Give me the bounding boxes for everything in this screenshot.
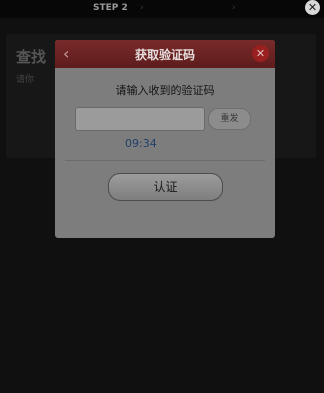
background-page-subtitle: 请你 bbox=[16, 75, 35, 85]
verification-code-input[interactable] bbox=[75, 107, 205, 131]
app-screen: STEP 2 › › ✕ 查找 请你 ‹ 获取验证码 ✕ 请输入收到的验证码 重… bbox=[0, 0, 324, 393]
resend-code-button[interactable]: 重发 bbox=[208, 108, 251, 130]
dialog-title: 获取验证码 bbox=[134, 48, 195, 62]
dialog-close-icon[interactable]: ✕ bbox=[252, 45, 269, 62]
step-bar: STEP 2 › › bbox=[0, 0, 324, 18]
step-separator: › bbox=[140, 3, 144, 13]
dialog-header: ‹ 获取验证码 ✕ bbox=[55, 40, 275, 68]
code-prompt-label: 请输入收到的验证码 bbox=[115, 84, 215, 97]
step-2-label: STEP 2 bbox=[93, 3, 128, 13]
background-page-title: 查找 bbox=[16, 48, 47, 66]
verification-dialog: ‹ 获取验证码 ✕ 请输入收到的验证码 重发 09:34 认证 bbox=[55, 40, 275, 238]
countdown-timer: 09:34 bbox=[125, 137, 157, 150]
step-separator-2: › bbox=[232, 3, 236, 13]
dialog-divider bbox=[65, 160, 265, 161]
close-icon[interactable]: ✕ bbox=[305, 0, 320, 15]
verify-button[interactable]: 认证 bbox=[108, 173, 223, 201]
